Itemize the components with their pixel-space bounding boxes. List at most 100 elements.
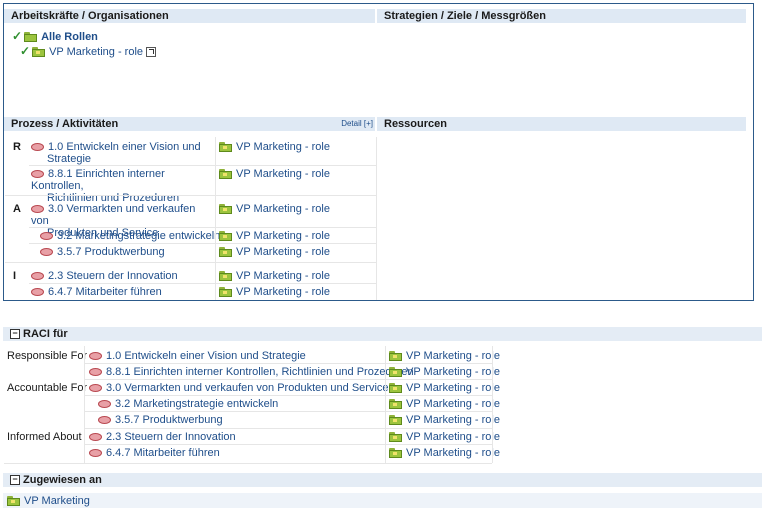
activity-oval-icon (89, 449, 102, 458)
process-header-label: Prozess / Aktivitäten (11, 118, 119, 130)
raci-section-header[interactable]: − RACI für (3, 327, 762, 341)
activity-link[interactable]: 3.5.7 Produktwerbung (115, 414, 223, 426)
activity-link[interactable]: 6.4.7 Mitarbeiter führen (106, 447, 220, 459)
activity-item[interactable]: 3.5.7 Produktwerbung (40, 246, 165, 258)
divider (29, 165, 376, 166)
raci-letter-r: R (13, 141, 21, 153)
activity-link[interactable]: 8.8.1 Einrichten interner Kontrollen, Ri… (106, 366, 414, 378)
role-link[interactable]: VP Marketing - role (236, 246, 330, 258)
role-folder-icon (389, 367, 402, 378)
activity-link[interactable]: 2.3 Steuern der Innovation (48, 270, 178, 282)
activity-item[interactable]: 2.3 Steuern der Innovation (31, 270, 178, 282)
raci-row-label: Responsible For (7, 350, 88, 362)
role-folder-icon (219, 271, 232, 282)
divider (4, 463, 492, 464)
activity-link[interactable]: 3.5.7 Produktwerbung (57, 246, 165, 258)
raci-activity[interactable]: 8.8.1 Einrichten interner Kontrollen, Ri… (89, 366, 414, 378)
raci-role[interactable]: VP Marketing - role (389, 431, 500, 443)
role-link[interactable]: VP Marketing - role (406, 398, 500, 410)
role-folder-icon (389, 432, 402, 443)
role-cell[interactable]: VP Marketing - role (219, 270, 330, 282)
raci-role[interactable]: VP Marketing - role (389, 414, 500, 426)
activity-link[interactable]: 1.0 Entwickeln einer Vision und Strategi… (106, 350, 306, 362)
role-tree-item[interactable]: ✓ VP Marketing - role (20, 45, 157, 58)
activity-oval-icon (98, 416, 111, 425)
role-link[interactable]: VP Marketing - role (406, 350, 500, 362)
role-cell[interactable]: VP Marketing - role (219, 203, 330, 215)
activity-item[interactable]: 3.2 Marketingstrategie entwickeln (40, 230, 220, 242)
role-link[interactable]: VP Marketing - role (236, 141, 330, 153)
divider (84, 444, 492, 445)
raci-row-label: Accountable For (7, 382, 88, 394)
role-link[interactable]: VP Marketing - role (49, 46, 143, 58)
raci-role[interactable]: VP Marketing - role (389, 398, 500, 410)
activity-item[interactable]: 6.4.7 Mitarbeiter führen (31, 286, 162, 298)
raci-section-title: RACI für (23, 328, 68, 340)
role-link[interactable]: VP Marketing - role (406, 414, 500, 426)
role-cell[interactable]: VP Marketing - role (219, 246, 330, 258)
raci-activity[interactable]: 3.0 Vermarkten und verkaufen von Produkt… (89, 382, 389, 394)
role-link[interactable]: VP Marketing - role (406, 447, 500, 459)
role-link[interactable]: VP Marketing - role (406, 366, 500, 378)
activity-oval-icon (89, 433, 102, 442)
activity-link[interactable]: 3.2 Marketingstrategie entwickeln (115, 398, 278, 410)
role-link[interactable]: VP Marketing - role (406, 382, 500, 394)
raci-activity[interactable]: 1.0 Entwickeln einer Vision und Strategi… (89, 350, 306, 362)
activity-item[interactable]: 8.8.1 Einrichten interner Kontrollen, Ri… (31, 168, 211, 204)
collapse-icon[interactable]: − (10, 329, 20, 340)
all-roles-item[interactable]: ✓ Alle Rollen (12, 30, 98, 43)
role-cell[interactable]: VP Marketing - role (219, 230, 330, 242)
assigned-row[interactable]: VP Marketing (3, 493, 762, 508)
raci-activity[interactable]: 3.2 Marketingstrategie entwickeln (98, 398, 278, 410)
raci-role[interactable]: VP Marketing - role (389, 366, 500, 378)
raci-role[interactable]: VP Marketing - role (389, 350, 500, 362)
activity-item[interactable]: 1.0 Entwickeln einer Vision und Strategi… (31, 141, 211, 165)
activity-oval-icon (89, 384, 102, 393)
detail-toggle-link[interactable]: Detail [+] (341, 117, 373, 131)
column-divider (376, 137, 377, 300)
activity-link[interactable]: 1.0 Entwickeln einer Vision und (48, 141, 201, 153)
role-cell[interactable]: VP Marketing - role (219, 168, 330, 180)
role-folder-icon (389, 383, 402, 394)
divider (29, 227, 376, 228)
raci-role[interactable]: VP Marketing - role (389, 447, 500, 459)
activity-link-cont[interactable]: Strategie (31, 153, 91, 165)
role-link[interactable]: VP Marketing - role (406, 431, 500, 443)
org-header-label: Arbeitskräfte / Organisationen (11, 10, 169, 22)
raci-role[interactable]: VP Marketing - role (389, 382, 500, 394)
activity-link[interactable]: 3.0 Vermarkten und verkaufen von Produkt… (106, 382, 389, 394)
divider (84, 363, 492, 364)
raci-activity[interactable]: 2.3 Steuern der Innovation (89, 431, 236, 443)
role-folder-icon (389, 415, 402, 426)
role-folder-icon (219, 287, 232, 298)
raci-activity[interactable]: 6.4.7 Mitarbeiter führen (89, 447, 220, 459)
role-link[interactable]: VP Marketing - role (236, 230, 330, 242)
role-link[interactable]: VP Marketing - role (236, 270, 330, 282)
raci-activity[interactable]: 3.5.7 Produktwerbung (98, 414, 223, 426)
role-link[interactable]: VP Marketing - role (236, 168, 330, 180)
divider (5, 262, 376, 263)
activity-link[interactable]: 8.8.1 Einrichten interner Kontrollen, (31, 168, 165, 192)
assigned-section-header[interactable]: − Zugewiesen an (3, 473, 762, 487)
role-link[interactable]: VP Marketing - role (236, 203, 330, 215)
activity-link[interactable]: 6.4.7 Mitarbeiter führen (48, 286, 162, 298)
column-divider (84, 346, 85, 463)
checkmark-icon: ✓ (12, 29, 23, 43)
role-folder-icon (7, 496, 20, 507)
collapse-icon[interactable]: − (10, 475, 20, 486)
all-roles-link[interactable]: Alle Rollen (41, 31, 98, 43)
external-link-icon[interactable] (146, 47, 157, 58)
role-cell[interactable]: VP Marketing - role (219, 141, 330, 153)
activity-link[interactable]: 3.0 Vermarkten und verkaufen von (31, 203, 195, 227)
role-link[interactable]: VP Marketing - role (236, 286, 330, 298)
role-folder-icon (389, 351, 402, 362)
activity-link[interactable]: 2.3 Steuern der Innovation (106, 431, 236, 443)
activity-link[interactable]: 3.2 Marketingstrategie entwickeln (57, 230, 220, 242)
role-folder-icon (389, 448, 402, 459)
role-cell[interactable]: VP Marketing - role (219, 286, 330, 298)
column-divider (215, 137, 216, 300)
role-folder-icon (219, 204, 232, 215)
resources-header-label: Ressourcen (384, 118, 447, 130)
assigned-role-link[interactable]: VP Marketing (24, 495, 90, 507)
activity-oval-icon (40, 248, 53, 257)
